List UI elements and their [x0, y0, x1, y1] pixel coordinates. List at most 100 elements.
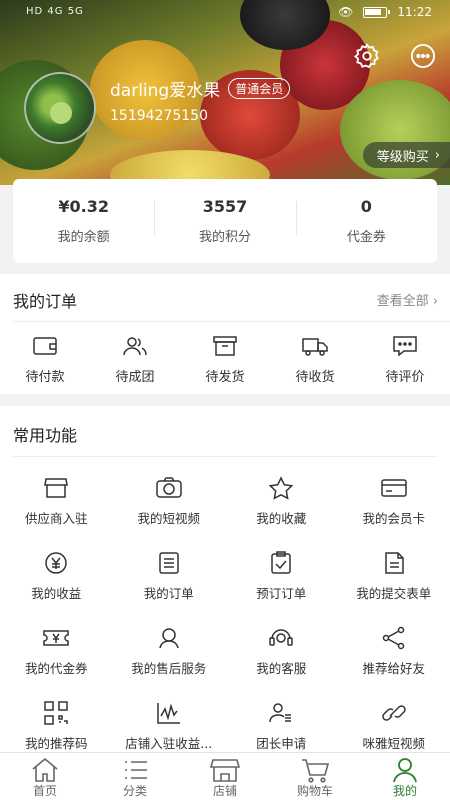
func-referral-code[interactable]: 我的推荐码 [0, 701, 113, 752]
func-store-earnings[interactable]: 店铺入驻收益... [113, 701, 226, 752]
settings-gear-icon[interactable] [353, 42, 381, 70]
shop-icon [210, 759, 240, 782]
more-chat-icon[interactable] [409, 42, 437, 70]
func-miya-videos[interactable]: 咪雅短视频 [338, 701, 450, 752]
star-icon [268, 476, 294, 500]
func-reserved-orders[interactable]: 预订订单 [225, 551, 338, 602]
tab-mine[interactable]: 我的 [360, 753, 450, 800]
tab-home[interactable]: 首页 [0, 753, 90, 800]
stat-points[interactable]: 3557 我的积分 [154, 197, 295, 245]
func-favorites[interactable]: 我的收藏 [225, 476, 338, 527]
func-my-videos[interactable]: 我的短视频 [113, 476, 226, 527]
tab-category[interactable]: 分类 [90, 753, 180, 800]
group-icon [123, 337, 147, 356]
func-my-orders[interactable]: 我的订单 [113, 551, 226, 602]
func-member-card[interactable]: 我的会员卡 [338, 476, 450, 527]
divider [13, 456, 437, 457]
store-icon [44, 478, 69, 498]
home-icon [32, 757, 58, 782]
tab-shop[interactable]: 店铺 [180, 753, 270, 800]
view-all-orders-link[interactable]: 查看全部 › [377, 290, 438, 309]
username: darling爱水果 [110, 81, 221, 101]
order-status-label: 待付款 [25, 370, 65, 385]
tab-label: 店铺 [212, 784, 237, 798]
orders-section: 我的订单 查看全部 › 待付款 待成团 待发货 待收货 待评价 [0, 274, 450, 394]
status-bar: HD 4G 5G 👁 11:22 [0, 0, 450, 26]
order-pending-payment[interactable]: 待付款 [0, 334, 90, 385]
points-label: 我的积分 [198, 230, 251, 245]
service-icon [159, 628, 179, 649]
level-buy-button[interactable]: 等级购买 › [362, 142, 450, 168]
functions-title: 常用功能 [13, 426, 78, 445]
tab-label: 首页 [32, 784, 57, 798]
stat-vouchers[interactable]: 0 代金券 [295, 197, 437, 245]
func-submitted-forms[interactable]: 我的提交表单 [338, 551, 450, 602]
box-icon [213, 336, 237, 356]
func-label: 咪雅短视频 [362, 736, 425, 751]
func-label: 推荐给好友 [362, 661, 425, 676]
avatar[interactable] [24, 72, 96, 144]
func-supplier-join[interactable]: 供应商入驻 [0, 476, 113, 527]
yen-coin-icon [45, 552, 67, 574]
card-icon [381, 479, 407, 497]
user-icon [393, 758, 417, 783]
comment-icon [393, 336, 417, 357]
order-status-label: 待成团 [115, 370, 155, 385]
vouchers-value: 0 [360, 197, 372, 216]
bottom-tab-bar: 首页 分类 店铺 购物车 我的 [0, 752, 450, 800]
tab-cart[interactable]: 购物车 [270, 753, 360, 800]
func-label: 团长申请 [256, 736, 307, 751]
func-earnings[interactable]: 我的收益 [0, 551, 113, 602]
member-badge: 普通会员 [228, 78, 291, 99]
order-status-label: 待评价 [385, 370, 425, 385]
order-list-icon [159, 552, 179, 574]
func-label: 我的推荐码 [24, 736, 88, 751]
network-indicator: HD 4G 5G [26, 6, 84, 17]
func-label: 供应商入驻 [24, 511, 88, 526]
common-functions-section: 常用功能 供应商入驻 我的短视频 我的收藏 我的会员卡 我的收益 我的订单 预订… [0, 406, 450, 754]
tab-label: 我的 [392, 784, 417, 798]
func-after-sales[interactable]: 我的售后服务 [113, 626, 226, 677]
chevron-right-icon: › [432, 294, 438, 309]
order-status-label: 待收货 [295, 370, 335, 385]
tab-label: 购物车 [296, 784, 333, 798]
voucher-icon [43, 630, 69, 646]
order-pending-receipt[interactable]: 待收货 [270, 334, 360, 385]
user-name-row: darling爱水果 普通会员 [110, 76, 291, 101]
category-icon [125, 761, 147, 779]
balance-label: 我的余额 [57, 230, 110, 245]
share-icon [382, 626, 404, 650]
stat-balance[interactable]: ¥0.32 我的余额 [13, 197, 154, 245]
clock: 11:22 [397, 5, 432, 19]
cart-icon [302, 759, 330, 783]
leader-icon [269, 703, 292, 723]
qrcode-icon [44, 701, 68, 725]
order-status-label: 待发货 [205, 370, 245, 385]
func-label: 我的收益 [31, 586, 82, 601]
points-value: 3557 [202, 197, 248, 216]
vouchers-label: 代金券 [346, 230, 386, 245]
divider [13, 321, 450, 322]
func-customer-service[interactable]: 我的客服 [225, 626, 338, 677]
func-label: 我的售后服务 [131, 661, 207, 676]
func-my-vouchers[interactable]: 我的代金券 [0, 626, 113, 677]
func-label: 预订订单 [256, 586, 307, 601]
func-label: 店铺入驻收益... [125, 736, 213, 751]
order-pending-shipment[interactable]: 待发货 [180, 334, 270, 385]
camera-icon [156, 477, 182, 498]
func-recommend-friends[interactable]: 推荐给好友 [338, 626, 450, 677]
stats-card: ¥0.32 我的余额 3557 我的积分 0 代金券 [13, 179, 437, 263]
func-label: 我的客服 [256, 661, 307, 676]
headset-icon [269, 629, 293, 646]
truck-icon [302, 338, 328, 356]
order-pending-group[interactable]: 待成团 [90, 334, 180, 385]
balance-value: ¥0.32 [58, 197, 109, 216]
func-leader-apply[interactable]: 团长申请 [225, 701, 338, 752]
func-label: 我的会员卡 [362, 511, 425, 526]
chevron-right-icon: › [434, 147, 440, 163]
func-label: 我的订单 [143, 586, 194, 601]
func-label: 我的提交表单 [356, 586, 432, 601]
chart-icon [157, 703, 180, 724]
order-pending-review[interactable]: 待评价 [360, 334, 450, 385]
func-label: 我的收藏 [256, 511, 307, 526]
